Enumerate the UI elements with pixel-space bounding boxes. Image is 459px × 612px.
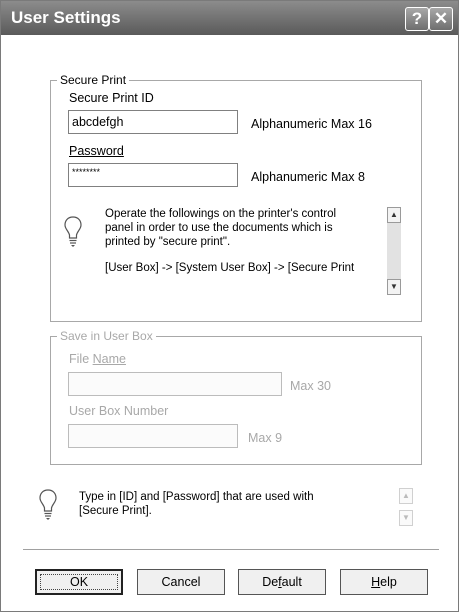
hint-line-1: Type in [ID] and [Password] that are use…: [79, 491, 314, 503]
info-line-4: [User Box] -> [System User Box] -> [Secu…: [105, 262, 355, 274]
arrow-down-icon[interactable]: ▼: [399, 510, 413, 526]
file-name-hint: Max 30: [290, 379, 331, 393]
title-help-button[interactable]: ?: [405, 7, 429, 31]
password-label: Password: [69, 144, 124, 158]
default-button[interactable]: Default: [238, 569, 326, 595]
password-input[interactable]: ********: [68, 163, 238, 187]
hint-text: Type in [ID] and [Password] that are use…: [79, 490, 379, 518]
secure-print-id-input[interactable]: abcdefgh: [68, 110, 238, 134]
info-line-2: panel in order to use the documents whic…: [105, 222, 333, 234]
default-mnemonic: f: [278, 575, 282, 589]
dialog-title: User Settings: [11, 8, 121, 27]
file-name-label-text: Name: [92, 352, 126, 366]
file-name-label: File Name: [69, 352, 126, 366]
arrow-up-icon[interactable]: ▲: [399, 488, 413, 504]
title-close-button[interactable]: ✕: [429, 7, 453, 31]
help-button[interactable]: Help: [340, 569, 428, 595]
arrow-down-icon[interactable]: ▼: [387, 279, 401, 295]
file-name-input[interactable]: [68, 372, 282, 396]
secure-print-id-hint: Alphanumeric Max 16: [251, 117, 372, 131]
separator: [23, 549, 439, 551]
ok-button[interactable]: OK: [35, 569, 123, 595]
user-box-number-input[interactable]: [68, 424, 238, 448]
secure-print-id-label: Secure Print ID: [69, 91, 154, 105]
title-bar[interactable]: User Settings ? ✕: [1, 1, 458, 35]
arrow-up-icon[interactable]: ▲: [387, 207, 401, 223]
lightbulb-icon: [39, 489, 57, 520]
user-box-legend: Save in User Box: [60, 329, 153, 343]
info-scrollbar[interactable]: ▲ ▼: [387, 207, 401, 295]
user-box-number-label: User Box Number: [69, 404, 169, 418]
help-mnemonic: H: [371, 575, 381, 589]
cancel-button[interactable]: Cancel: [137, 569, 225, 595]
hint-line-2: [Secure Print].: [79, 505, 152, 517]
user-box-number-hint: Max 9: [248, 431, 283, 445]
password-label-text: Password: [69, 144, 124, 158]
info-line-1: Operate the followings on the printer's …: [105, 208, 337, 220]
lightbulb-icon: [64, 216, 82, 247]
secure-print-legend: Secure Print: [60, 73, 127, 87]
scroll-track[interactable]: [387, 223, 401, 279]
info-line-3: printed by "secure print".: [105, 236, 231, 248]
secure-print-info-text: Operate the followings on the printer's …: [105, 207, 380, 275]
hint-scrollbar[interactable]: ▲ ▼: [399, 488, 413, 526]
user-settings-dialog: User Settings ? ✕ Secure Print Secure Pr…: [0, 0, 459, 612]
password-hint: Alphanumeric Max 8: [251, 170, 365, 184]
